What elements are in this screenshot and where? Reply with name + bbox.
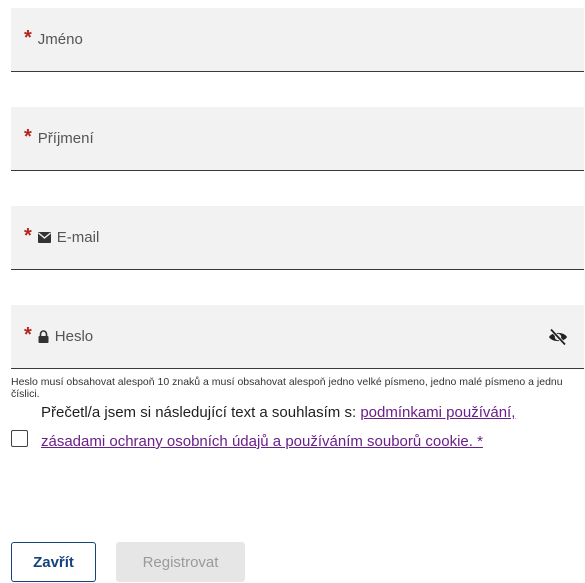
consent-text: Přečetl/a jsem si následující text a sou…: [41, 398, 581, 456]
last-name-placeholder: Příjmení: [37, 130, 94, 147]
email-placeholder: E-mail: [56, 229, 100, 246]
password-hint: Heslo musí obsahovat alespoň 10 znaků a …: [11, 376, 563, 400]
required-asterisk: *: [24, 26, 32, 49]
email-field[interactable]: * E-mail: [11, 206, 584, 270]
consent-label: Přečetl/a jsem si následující text a sou…: [41, 404, 361, 421]
password-placeholder: Heslo: [54, 328, 94, 345]
register-button[interactable]: Registrovat: [116, 542, 245, 582]
required-asterisk: *: [24, 125, 32, 148]
consent-checkbox[interactable]: [11, 430, 28, 447]
close-button[interactable]: Zavřít: [11, 542, 96, 582]
required-asterisk: *: [24, 224, 32, 247]
first-name-field[interactable]: * Jméno: [11, 8, 584, 72]
last-name-field[interactable]: * Příjmení: [11, 107, 584, 171]
password-field[interactable]: * Heslo: [11, 305, 584, 369]
envelope-icon: [37, 232, 51, 243]
required-asterisk: *: [24, 323, 32, 346]
eye-off-icon[interactable]: [548, 327, 568, 346]
lock-icon: [38, 330, 49, 343]
first-name-placeholder: Jméno: [37, 31, 83, 48]
